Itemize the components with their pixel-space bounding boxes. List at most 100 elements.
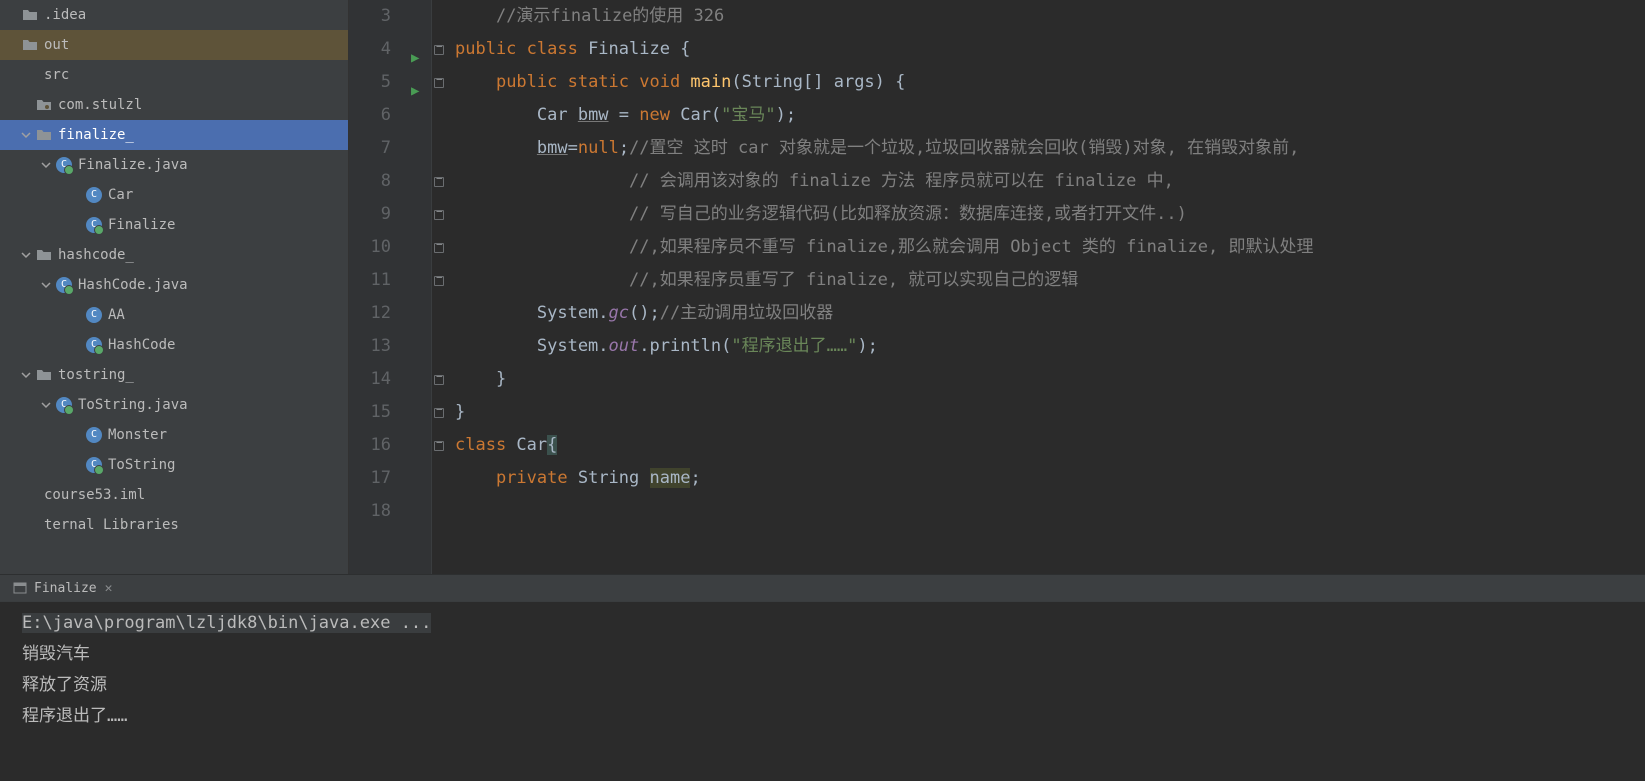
line-number: 10 — [349, 231, 391, 264]
line-number: 7 — [349, 132, 391, 165]
close-icon[interactable]: ✕ — [105, 581, 113, 596]
tree-item-label: .idea — [44, 7, 340, 23]
tree-item-label: ternal Libraries — [44, 517, 340, 533]
fold-toggle-icon[interactable] — [434, 375, 444, 385]
fold-toggle-icon[interactable] — [434, 78, 444, 88]
run-tab-label: Finalize — [34, 581, 97, 596]
code-line[interactable] — [455, 495, 1645, 528]
chevron-down-icon[interactable] — [20, 129, 32, 141]
code-line[interactable]: System.gc();//主动调用垃圾回收器 — [455, 297, 1645, 330]
fold-toggle-icon[interactable] — [434, 408, 444, 418]
tree-item-label: src — [44, 67, 340, 83]
tree-item[interactable]: com.stulzl — [0, 90, 348, 120]
code-line[interactable]: System.out.println("程序退出了……"); — [455, 330, 1645, 363]
tree-item-label: ToString.java — [78, 397, 340, 413]
chevron-down-icon[interactable] — [40, 159, 52, 171]
tree-item[interactable]: course53.iml — [0, 480, 348, 510]
code-line[interactable]: } — [455, 396, 1645, 429]
code-line[interactable]: //演示finalize的使用 326 — [455, 0, 1645, 33]
project-tree[interactable]: .ideaoutsrccom.stulzlfinalize_CFinalize.… — [0, 0, 349, 574]
fold-toggle-icon[interactable] — [434, 441, 444, 451]
code-line[interactable]: bmw=null;//置空 这时 car 对象就是一个垃圾,垃圾回收器就会回收(… — [455, 132, 1645, 165]
folder-icon — [22, 37, 38, 53]
code-area[interactable]: //演示finalize的使用 326public class Finalize… — [447, 0, 1645, 574]
tree-item-label: Car — [108, 187, 340, 203]
code-editor[interactable]: 3456789101112131415161718 ▶▶ //演示finaliz… — [349, 0, 1645, 574]
run-tab-finalize[interactable]: Finalize ✕ — [6, 580, 118, 596]
chevron-down-icon[interactable] — [70, 219, 82, 231]
chevron-down-icon[interactable] — [40, 399, 52, 411]
tree-item-label: Finalize.java — [78, 157, 340, 173]
chevron-down-icon[interactable] — [6, 69, 18, 81]
code-line[interactable]: public class Finalize { — [455, 33, 1645, 66]
chevron-down-icon[interactable] — [70, 309, 82, 321]
chevron-down-icon[interactable] — [70, 189, 82, 201]
code-line[interactable]: // 会调用该对象的 finalize 方法 程序员就可以在 finalize … — [455, 165, 1645, 198]
folder-icon — [36, 367, 52, 383]
tree-item[interactable]: C HashCode — [0, 330, 348, 360]
tree-item[interactable]: CHashCode.java — [0, 270, 348, 300]
line-number: 13 — [349, 330, 391, 363]
chevron-down-icon[interactable] — [6, 489, 18, 501]
tree-item[interactable]: CAA — [0, 300, 348, 330]
run-line-marker-icon[interactable]: ▶ — [411, 42, 419, 75]
fold-toggle-icon[interactable] — [434, 210, 444, 220]
tree-item[interactable]: out — [0, 30, 348, 60]
chevron-down-icon[interactable] — [20, 99, 32, 111]
tree-item[interactable]: CToString.java — [0, 390, 348, 420]
line-number-gutter: 3456789101112131415161718 — [349, 0, 409, 574]
chevron-down-icon[interactable] — [70, 429, 82, 441]
tree-item[interactable]: ternal Libraries — [0, 510, 348, 540]
run-gutter[interactable]: ▶▶ — [409, 0, 431, 574]
tree-item[interactable]: CFinalize.java — [0, 150, 348, 180]
class-run-icon: C — [86, 337, 102, 353]
code-line[interactable]: //,如果程序员重写了 finalize, 就可以实现自己的逻辑 — [455, 264, 1645, 297]
fold-gutter[interactable] — [431, 0, 447, 574]
run-console[interactable]: E:\java\program\lzljdk8\bin\java.exe ...… — [0, 601, 1645, 781]
fold-toggle-icon[interactable] — [434, 243, 444, 253]
fold-toggle-icon[interactable] — [434, 45, 444, 55]
tree-item-label: course53.iml — [44, 487, 340, 503]
console-line: 销毁汽车 — [22, 639, 1635, 670]
tree-item-label: HashCode — [108, 337, 340, 353]
run-line-marker-icon[interactable]: ▶ — [411, 75, 419, 108]
tree-item-label: tostring_ — [58, 367, 340, 383]
tree-item[interactable]: CCar — [0, 180, 348, 210]
tree-item[interactable]: hashcode_ — [0, 240, 348, 270]
line-number: 17 — [349, 462, 391, 495]
code-line[interactable]: Car bmw = new Car("宝马"); — [455, 99, 1645, 132]
tree-item[interactable]: finalize_ — [0, 120, 348, 150]
chevron-down-icon[interactable] — [70, 459, 82, 471]
chevron-down-icon[interactable] — [40, 279, 52, 291]
chevron-down-icon[interactable] — [20, 369, 32, 381]
package-icon — [36, 97, 52, 113]
line-number: 8 — [349, 165, 391, 198]
code-line[interactable]: class Car{ — [455, 429, 1645, 462]
chevron-down-icon[interactable] — [6, 39, 18, 51]
chevron-down-icon[interactable] — [20, 249, 32, 261]
tree-item[interactable]: tostring_ — [0, 360, 348, 390]
chevron-down-icon[interactable] — [6, 519, 18, 531]
line-number: 18 — [349, 495, 391, 528]
tree-item[interactable]: CFinalize — [0, 210, 348, 240]
tree-item-label: Monster — [108, 427, 340, 443]
console-line: 程序退出了…… — [22, 701, 1635, 732]
code-line[interactable]: } — [455, 363, 1645, 396]
tree-item[interactable]: CMonster — [0, 420, 348, 450]
code-line[interactable]: public static void main(String[] args) { — [455, 66, 1645, 99]
code-line[interactable]: private String name; — [455, 462, 1645, 495]
fold-toggle-icon[interactable] — [434, 177, 444, 187]
line-number: 3 — [349, 0, 391, 33]
code-line[interactable]: // 写自己的业务逻辑代码(比如释放资源：数据库连接,或者打开文件..) — [455, 198, 1645, 231]
console-line: 释放了资源 — [22, 670, 1635, 701]
tree-item[interactable]: .idea — [0, 0, 348, 30]
fold-toggle-icon[interactable] — [434, 276, 444, 286]
tree-item[interactable]: CToString — [0, 450, 348, 480]
run-tab-bar: Finalize ✕ — [0, 574, 1645, 601]
chevron-down-icon[interactable] — [6, 9, 18, 21]
code-line[interactable]: //,如果程序员不重写 finalize,那么就会调用 Object 类的 fi… — [455, 231, 1645, 264]
tree-item-label: Finalize — [108, 217, 340, 233]
console-line: E:\java\program\lzljdk8\bin\java.exe ... — [22, 608, 1635, 639]
chevron-down-icon[interactable] — [70, 339, 82, 351]
tree-item[interactable]: src — [0, 60, 348, 90]
